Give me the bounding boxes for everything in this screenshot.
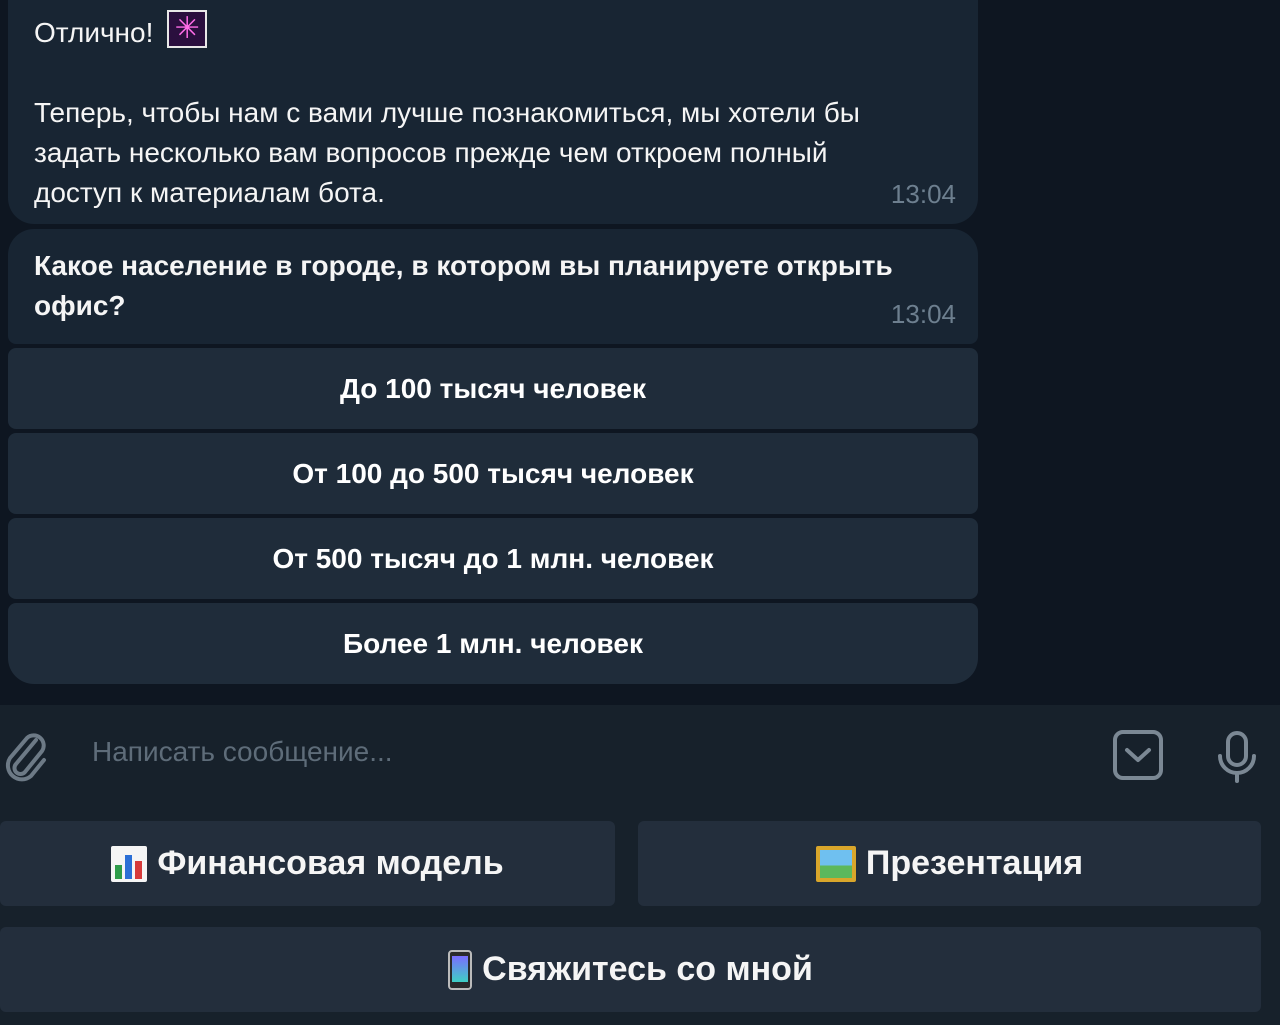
inline-button-500k-1m[interactable]: От 500 тысяч до 1 млн. человек <box>8 518 978 599</box>
message-line: доступ к материалам бота. <box>34 177 385 208</box>
message-bubble: Отлично! Теперь, чтобы нам с вами лучше … <box>8 0 978 224</box>
message-time: 13:04 <box>890 299 956 329</box>
framed-picture-icon <box>815 845 856 882</box>
mobile-phone-icon <box>448 949 473 990</box>
bar-chart-icon <box>111 845 148 882</box>
contact-me-button[interactable]: Свяжитесь со мной <box>0 927 1261 1012</box>
message-input[interactable]: Написать сообщение... <box>92 736 393 768</box>
inline-button-over-1m[interactable]: Более 1 млн. человек <box>8 603 978 684</box>
chat-area: Отлично! Теперь, чтобы нам с вами лучше … <box>0 0 1280 705</box>
message-text: Отлично! <box>34 17 154 48</box>
contact-me-label: Свяжитесь со мной <box>482 950 813 988</box>
paperclip-icon[interactable] <box>2 728 48 782</box>
message-line: Отлично! <box>34 10 952 53</box>
keyboard-toggle-icon[interactable] <box>1112 729 1164 781</box>
message-line: офис? <box>34 290 126 321</box>
question-bubble: Какое население в городе, в котором вы п… <box>8 229 978 344</box>
inline-button-100k-500k[interactable]: От 100 до 500 тысяч человек <box>8 433 978 514</box>
inline-button-under-100k[interactable]: До 100 тысяч человек <box>8 348 978 429</box>
message-line: Теперь, чтобы нам с вами лучше познакоми… <box>34 97 860 128</box>
message-time: 13:04 <box>890 179 956 209</box>
message-line: задать несколько вам вопросов прежде чем… <box>34 137 828 168</box>
financial-model-label: Финансовая модель <box>157 844 504 882</box>
presentation-button[interactable]: Презентация <box>638 821 1261 906</box>
sparkle-icon <box>167 10 208 48</box>
financial-model-button[interactable]: Финансовая модель <box>0 821 615 906</box>
reply-keyboard: Финансовая модель Презентация Свяжитесь … <box>0 810 1280 1025</box>
message-line: Какое население в городе, в котором вы п… <box>34 250 893 281</box>
microphone-icon[interactable] <box>1214 730 1260 784</box>
presentation-label: Презентация <box>865 844 1084 882</box>
